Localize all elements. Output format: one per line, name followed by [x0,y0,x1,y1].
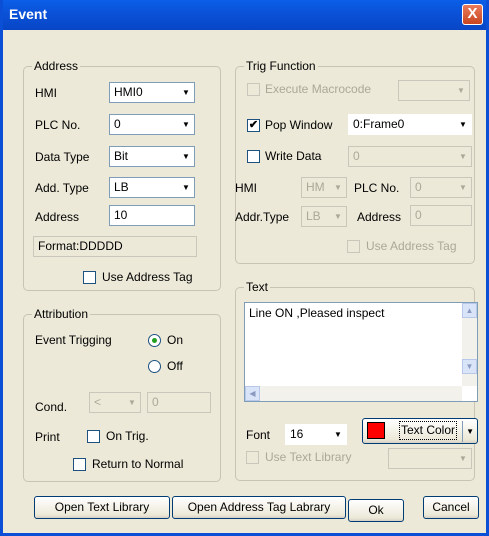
on-trig-label: On Trig. [106,429,149,443]
hmi-select[interactable]: HMI0 ▼ [109,82,195,103]
pop-window-value: 0:Frame0 [353,117,405,131]
scroll-down-icon[interactable]: ▼ [462,359,477,374]
text-content-area[interactable]: Line ON ,Pleased inspect ▲ ▼ ◀ [244,302,478,402]
address-label: Address [35,210,80,224]
on-radio[interactable] [148,334,161,347]
chevron-down-icon: ▼ [459,183,467,192]
scroll-up-icon[interactable]: ▲ [462,303,477,318]
chevron-down-icon: ▼ [459,120,467,129]
checkmark-icon: ✔ [248,119,259,131]
cond-label: Cond. [35,400,68,414]
trig-hmi-value: HM [306,180,325,194]
trig-addrtype-select[interactable]: LB ▼ [301,206,347,227]
off-radio[interactable] [148,360,161,373]
text-color-button[interactable]: Text Color ▼ [362,418,478,444]
text-content: Line ON ,Pleased inspect [249,306,385,320]
chevron-down-icon: ▼ [459,152,467,161]
trig-hmi-label: HMI [235,181,257,195]
on-trig-checkbox[interactable] [87,430,100,443]
on-radio-label: On [167,333,184,347]
chevron-down-icon: ▼ [462,421,474,442]
trig-address-input[interactable]: 0 [410,205,472,226]
font-label: Font [246,428,271,442]
write-data-checkbox[interactable] [247,150,260,163]
text-legend: Text [244,280,271,294]
write-data-value: 0 [353,149,360,163]
macro-select[interactable]: ▼ [398,80,470,101]
datatype-select[interactable]: Bit ▼ [109,146,195,167]
execute-macro-checkbox[interactable] [247,83,260,96]
font-size-select[interactable]: 16 ▼ [285,424,347,445]
text-color-label: Text Color [399,421,458,440]
hmi-label: HMI [35,86,57,100]
text-library-select[interactable]: ▼ [388,448,472,469]
color-swatch [367,422,385,439]
open-tag-library-button[interactable]: Open Address Tag Labrary [172,496,346,519]
radio-selected-dot [152,338,157,343]
chevron-down-icon: ▼ [459,454,467,463]
chevron-down-icon: ▼ [334,430,342,439]
attribution-legend: Attribution [32,307,91,321]
chevron-down-icon: ▼ [334,183,342,192]
plc-label: PLC No. [35,118,81,132]
event-trigging-label: Event Trigging [35,333,112,347]
trig-function-legend: Trig Function [244,59,318,73]
ok-button[interactable]: Ok [348,499,404,522]
address-use-tag-checkbox[interactable] [83,271,96,284]
close-icon[interactable]: X [462,4,483,25]
addtype-select[interactable]: LB ▼ [109,177,195,198]
address-legend: Address [32,59,81,73]
datatype-label: Data Type [35,150,90,164]
cond-value: < [94,395,102,409]
trig-address-label: Address [357,210,402,224]
event-dialog: Event X Address HMI HMI0 ▼ PLC No. 0 ▼ D… [0,0,489,536]
chevron-down-icon: ▼ [128,398,136,407]
trig-hmi-select[interactable]: HM ▼ [301,177,347,198]
title-bar: Event X [3,0,486,30]
address-input[interactable]: 10 [109,205,195,226]
horizontal-scrollbar[interactable]: ◀ [245,386,462,401]
trig-use-tag-checkbox[interactable] [347,240,360,253]
print-label: Print [35,430,60,444]
chevron-down-icon: ▼ [182,183,190,192]
trig-use-tag-label: Use Address Tag [366,239,457,253]
off-radio-label: Off [167,359,183,373]
addtype-label: Add. Type [35,181,89,195]
return-normal-label: Return to Normal [92,457,184,471]
trig-plc-value: 0 [415,180,422,194]
write-data-label: Write Data [265,149,322,163]
scroll-left-icon[interactable]: ◀ [245,386,260,401]
pop-window-select[interactable]: 0:Frame0 ▼ [348,114,472,135]
chevron-down-icon: ▼ [334,212,342,221]
vertical-scrollbar[interactable]: ▲ ▼ [462,303,477,386]
cond-number-input[interactable]: 0 [147,392,211,413]
addtype-value: LB [114,180,129,194]
execute-macro-label: Execute Macrocode [265,82,372,96]
plc-value: 0 [114,117,121,131]
trig-plc-select[interactable]: 0 ▼ [410,177,472,198]
pop-window-label: Pop Window [265,118,333,132]
cancel-button[interactable]: Cancel [423,496,479,519]
chevron-down-icon: ▼ [182,152,190,161]
plc-select[interactable]: 0 ▼ [109,114,195,135]
font-size-value: 16 [290,427,304,441]
write-data-select[interactable]: 0 ▼ [348,146,472,167]
trig-addrtype-value: LB [306,209,321,223]
use-text-library-label: Use Text Library [265,450,352,464]
use-text-library-checkbox[interactable] [246,451,259,464]
open-text-library-button[interactable]: Open Text Library [34,496,170,519]
hmi-value: HMI0 [114,85,143,99]
return-normal-checkbox[interactable] [73,458,86,471]
trig-plc-label: PLC No. [354,181,400,195]
chevron-down-icon: ▼ [457,86,465,95]
window-title: Event [9,6,48,22]
chevron-down-icon: ▼ [182,120,190,129]
trig-addrtype-label: Addr.Type [235,210,290,224]
datatype-value: Bit [114,149,129,163]
chevron-down-icon: ▼ [182,88,190,97]
address-use-tag-label: Use Address Tag [102,270,193,284]
cond-select[interactable]: < ▼ [89,392,141,413]
format-display: Format:DDDDD [33,236,197,257]
pop-window-checkbox[interactable]: ✔ [247,119,260,132]
